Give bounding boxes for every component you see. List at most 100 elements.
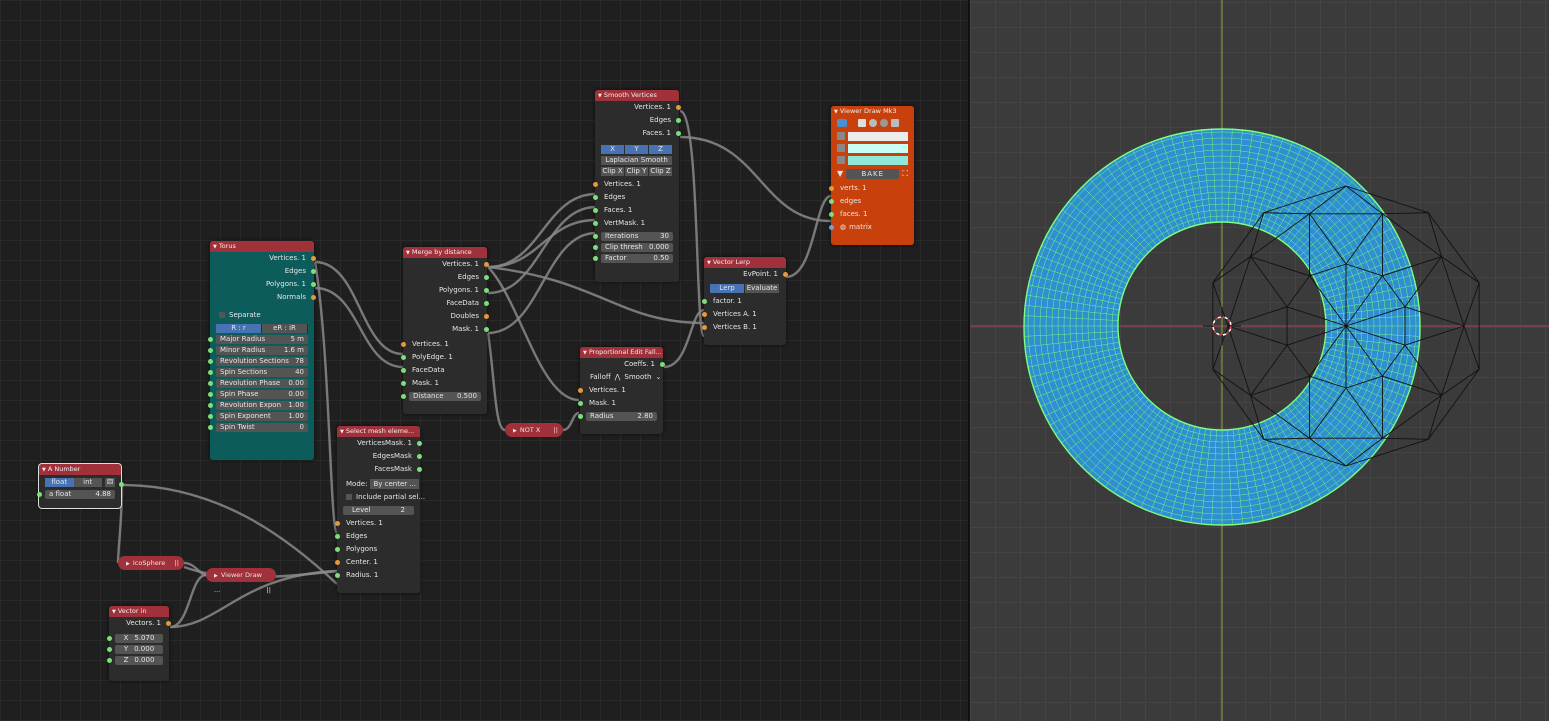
iterations-field[interactable]: Iterations 30 [593,232,673,241]
proportional-edit-node[interactable]: ▼ Proportional Edit Fall... Coeffs. 1 Fal… [578,347,665,434]
node-header[interactable]: ▼ A Number [39,464,121,475]
torus-param-field[interactable]: Spin Exponent 1.00 [208,412,308,421]
clip-z-toggle[interactable]: Clip Z [649,167,673,176]
output-socket[interactable]: Polygons. 1 [403,284,489,297]
separate-checkbox[interactable]: Separate [210,309,314,322]
collapse-icon[interactable]: ▼ [707,260,711,266]
input-socket[interactable]: Vertices. 1 [578,384,663,397]
socket-dot[interactable] [593,256,598,261]
input-socket[interactable]: ◍ matrix [829,221,914,234]
output-socket[interactable]: FacesMask [337,463,422,476]
socket-dot[interactable] [829,186,834,191]
node-header[interactable]: ▼ Smooth Vertices [595,90,679,101]
socket-dot[interactable] [484,275,489,280]
collapse-icon[interactable]: ▼ [340,429,344,435]
collapse-icon[interactable]: ▼ [42,467,46,473]
socket-dot[interactable] [311,295,316,300]
node-header[interactable]: ▼ Viewer Draw Mk3 [831,106,914,117]
socket-dot[interactable] [401,368,406,373]
output-socket[interactable]: Doubles [403,310,489,323]
socket-dot[interactable] [702,325,707,330]
socket-dot[interactable] [676,105,681,110]
int-button[interactable]: int [73,478,102,487]
mode-dropdown[interactable]: By center ... [370,479,420,489]
socket-dot[interactable] [660,362,665,367]
edge-display-icon[interactable] [869,119,877,127]
vector-lerp-node[interactable]: ▼ Vector Lerp EvPoint. 1 Lerp Evaluate fa… [702,257,788,345]
clip-thresh-field[interactable]: Clip thresh 0.000 [593,243,673,252]
socket-dot[interactable] [335,547,340,552]
output-socket[interactable]: Coeffs. 1 [580,358,665,371]
input-socket[interactable]: Polygons [335,543,420,556]
input-socket[interactable]: Edges [335,530,420,543]
output-socket[interactable]: Edges [210,265,316,278]
clip-y-toggle[interactable]: Clip Y [625,167,649,176]
viewer-draw-node[interactable]: ▼ Viewer Draw Mk3 ▼ BAKE ⛶ verts. 1 edges… [829,106,914,245]
factor-field[interactable]: Factor 0.50 [593,254,673,263]
socket-dot[interactable] [484,301,489,306]
socket-dot[interactable] [417,441,422,446]
edge-color-swatch[interactable] [848,143,908,153]
face-color-swatch[interactable] [848,155,908,165]
socket-dot[interactable] [401,342,406,347]
dice-icon[interactable]: ⚄ [105,478,115,487]
merge-by-distance-node[interactable]: ▼ Merge by distance Vertices. 1 Edges Pol… [401,247,489,414]
collapse-icon[interactable]: ▼ [213,244,217,250]
clip-x-toggle[interactable]: Clip X [601,167,625,176]
collapse-icon[interactable]: ▼ [583,350,587,356]
filter-icon[interactable]: ▼ [837,169,843,178]
output-socket[interactable]: Vertices. 1 [210,252,316,265]
level-field[interactable]: Level 2 [343,506,414,515]
output-socket[interactable]: EdgesMask [337,450,422,463]
node-header[interactable]: ▼ Proportional Edit Fall... [580,347,663,358]
node-header[interactable]: ▼ Merge by distance [403,247,487,258]
socket-dot[interactable] [593,221,598,226]
input-socket[interactable]: verts. 1 [829,182,914,195]
output-socket[interactable]: VerticesMask. 1 [337,437,422,450]
eye-icon[interactable] [837,119,847,127]
mode-select[interactable]: Mode: By center ... [337,478,420,491]
input-socket[interactable]: Vertices A. 1 [702,308,786,321]
input-socket[interactable]: VertMask. 1 [593,217,679,230]
socket-dot[interactable] [208,392,213,397]
expand-icon[interactable]: ▶ [126,561,130,567]
torus-node[interactable]: ▼ Torus Vertices. 1 Edges Polygons. 1 Nor… [208,241,316,460]
socket-dot[interactable] [208,370,213,375]
evaluate-button[interactable]: Evaluate [745,284,780,293]
expand-icon[interactable]: ▶ [513,428,517,434]
socket-dot[interactable] [401,381,406,386]
socket-dot[interactable] [417,467,422,472]
socket-dot[interactable] [107,658,112,663]
socket-dot[interactable] [208,381,213,386]
laplacian-smooth-toggle[interactable]: Laplacian Smooth [601,156,673,165]
socket-dot[interactable] [335,534,340,539]
output-socket[interactable]: Polygons. 1 [210,278,316,291]
3d-viewport[interactable] [970,0,1549,721]
output-socket[interactable]: EvPoint. 1 [704,268,788,281]
face-display-icon[interactable] [880,119,888,127]
socket-dot[interactable] [484,262,489,267]
torus-param-field[interactable]: Revolution Expon 1.00 [208,401,308,410]
output-socket[interactable]: Mask. 1 [403,323,489,336]
socket-dot[interactable] [311,256,316,261]
radius-field[interactable]: Radius 2.80 [578,412,657,421]
torus-param-field[interactable]: Spin Twist 0 [208,423,308,432]
axis-y-toggle[interactable]: Y [625,145,649,154]
output-socket[interactable]: Edges [595,114,681,127]
input-socket[interactable]: FaceData [401,364,487,377]
torus-param-field[interactable]: Major Radius 5 m [208,335,308,344]
socket-dot[interactable] [401,355,406,360]
socket-dot[interactable] [484,314,489,319]
socket-dot[interactable] [829,212,834,217]
output-socket[interactable]: Vertices. 1 [595,101,681,114]
input-socket[interactable]: faces. 1 [829,208,914,221]
output-socket[interactable]: Vectors. 1 [109,617,171,630]
socket-dot[interactable] [829,225,834,230]
socket-dot[interactable] [417,454,422,459]
input-socket[interactable]: Vertices. 1 [335,517,420,530]
mode-er-button[interactable]: eR : iR [262,324,308,333]
axis-z-toggle[interactable]: Z [649,145,673,154]
output-socket[interactable]: FaceData [403,297,489,310]
socket-dot[interactable] [208,403,213,408]
socket-dot[interactable] [166,621,171,626]
